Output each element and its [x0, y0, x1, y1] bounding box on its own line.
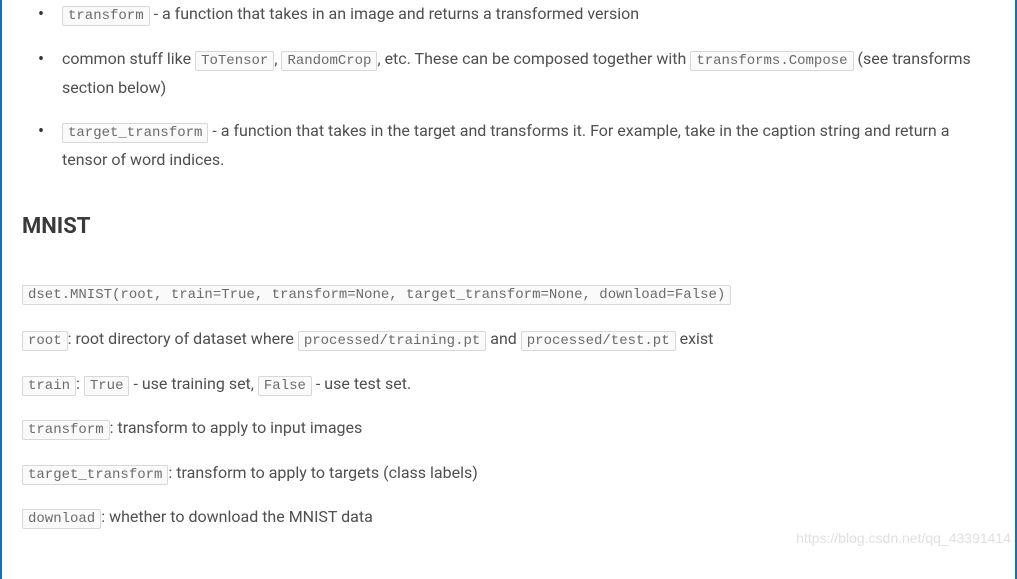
param-text: : transform to apply to input images [110, 418, 363, 437]
bullet-text: - a function that takes in an image and … [150, 4, 639, 23]
code-inline: transforms.Compose [690, 51, 853, 71]
code-inline: True [84, 376, 130, 396]
code-inline: transform [22, 420, 110, 440]
code-inline: download [22, 509, 101, 529]
list-item: transform - a function that takes in an … [46, 0, 995, 29]
code-signature: dset.MNIST(root, train=True, transform=N… [22, 285, 731, 305]
param-text: - use training set, [129, 374, 257, 393]
code-inline: processed/training.pt [298, 331, 486, 351]
param-target-transform: target_transform: transform to apply to … [22, 460, 995, 486]
code-inline: False [258, 376, 312, 396]
param-text: : whether to download the MNIST data [101, 507, 373, 526]
code-inline: target_transform [62, 123, 208, 143]
section-heading: MNIST [22, 209, 995, 244]
code-inline: processed/test.pt [521, 331, 676, 351]
code-inline: RandomCrop [281, 51, 377, 71]
code-inline: target_transform [22, 465, 168, 485]
bullet-text: , etc. These can be composed together wi… [377, 49, 690, 68]
bullet-text: common stuff like [62, 49, 195, 68]
param-text: : root directory of dataset where [68, 329, 298, 348]
param-train: train: True - use training set, False - … [22, 371, 995, 397]
param-text: - use test set. [312, 374, 411, 393]
code-inline: root [22, 331, 68, 351]
signature-line: dset.MNIST(root, train=True, transform=N… [22, 280, 995, 306]
param-text: : transform to apply to targets (class l… [168, 463, 477, 482]
param-text: : [76, 374, 84, 393]
code-inline: transform [62, 6, 150, 26]
code-inline: train [22, 376, 76, 396]
param-text: and [486, 329, 521, 348]
list-item: common stuff like ToTensor, RandomCrop, … [46, 45, 995, 101]
code-inline: ToTensor [195, 51, 274, 71]
param-download: download: whether to download the MNIST … [22, 504, 995, 530]
param-root: root: root directory of dataset where pr… [22, 326, 995, 352]
doc-container: transform - a function that takes in an … [0, 0, 1017, 579]
param-transform: transform: transform to apply to input i… [22, 415, 995, 441]
list-item: target_transform - a function that takes… [46, 117, 995, 173]
bullet-list: transform - a function that takes in an … [22, 0, 995, 173]
param-text: exist [676, 329, 714, 348]
